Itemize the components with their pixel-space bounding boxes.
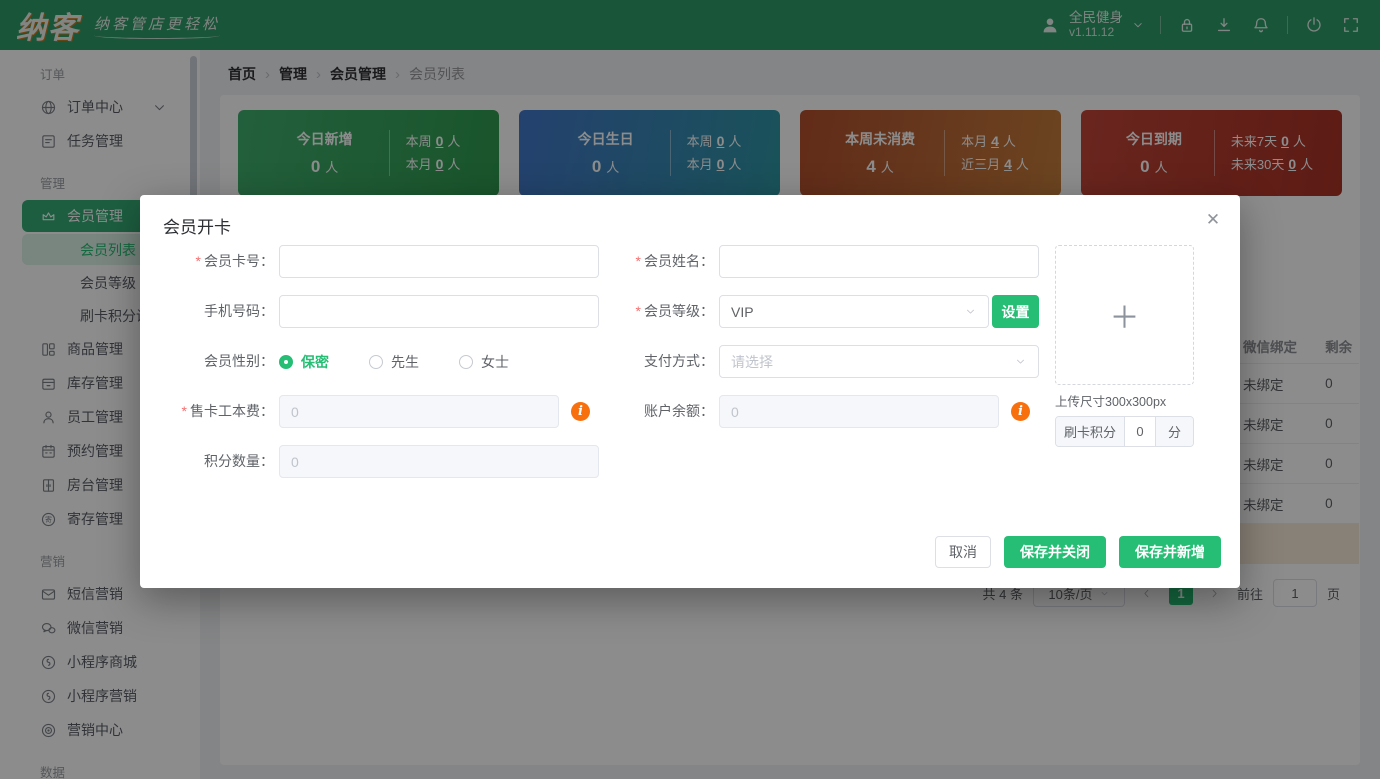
swipe-points-unit: 分 (1155, 417, 1193, 446)
gender-label: 会员性别： (140, 345, 274, 378)
phone-label: 手机号码： (140, 295, 274, 328)
info-icon[interactable]: i (1011, 402, 1030, 421)
swipe-points-input[interactable] (1125, 417, 1155, 446)
plus-icon: ＋ (1110, 293, 1140, 337)
close-icon[interactable]: ✕ (1202, 209, 1224, 231)
points-label: 积分数量： (140, 445, 274, 478)
chevron-down-icon (964, 305, 977, 318)
gender-radio-male[interactable]: 先生 (369, 352, 419, 372)
phone-input[interactable] (279, 295, 599, 328)
avatar-upload-box[interactable]: ＋ (1055, 245, 1194, 385)
chevron-down-icon (1014, 355, 1027, 368)
member-level-label: *会员等级： (580, 295, 714, 328)
card-no-input[interactable] (279, 245, 599, 278)
radio-dot (279, 355, 293, 369)
swipe-points-label: 刷卡积分 (1056, 417, 1125, 446)
member-name-label: *会员姓名： (580, 245, 714, 278)
radio-dot (369, 355, 383, 369)
balance-input[interactable] (719, 395, 999, 428)
member-level-select[interactable]: VIP (719, 295, 989, 328)
card-no-label: *会员卡号： (140, 245, 274, 278)
gender-radio-female[interactable]: 女士 (459, 352, 509, 372)
dialog-footer: 取消 保存并关闭 保存并新增 (935, 536, 1221, 568)
save-and-new-button[interactable]: 保存并新增 (1119, 536, 1221, 568)
swipe-points-group: 刷卡积分 分 (1055, 416, 1194, 447)
payment-select[interactable]: 请选择 (719, 345, 1039, 378)
level-settings-button[interactable]: 设置 (992, 295, 1039, 328)
card-fee-input[interactable] (279, 395, 559, 428)
dialog-title: 会员开卡 (163, 213, 231, 238)
gender-radio-secret[interactable]: 保密 (279, 352, 329, 372)
member-name-input[interactable] (719, 245, 1039, 278)
upload-size-hint: 上传尺寸300x300px (1055, 391, 1166, 410)
gender-radio-group: 保密 先生 女士 (279, 352, 509, 372)
cancel-button[interactable]: 取消 (935, 536, 991, 568)
points-input[interactable] (279, 445, 599, 478)
balance-label: 账户余额： (580, 395, 714, 428)
save-and-close-button[interactable]: 保存并关闭 (1004, 536, 1106, 568)
member-card-dialog: 会员开卡 ✕ *会员卡号： *会员姓名： 手机号码： *会员等级： VIP 设置… (140, 195, 1240, 588)
radio-dot (459, 355, 473, 369)
payment-label: 支付方式： (580, 345, 714, 378)
card-fee-label: *售卡工本费： (140, 395, 274, 428)
